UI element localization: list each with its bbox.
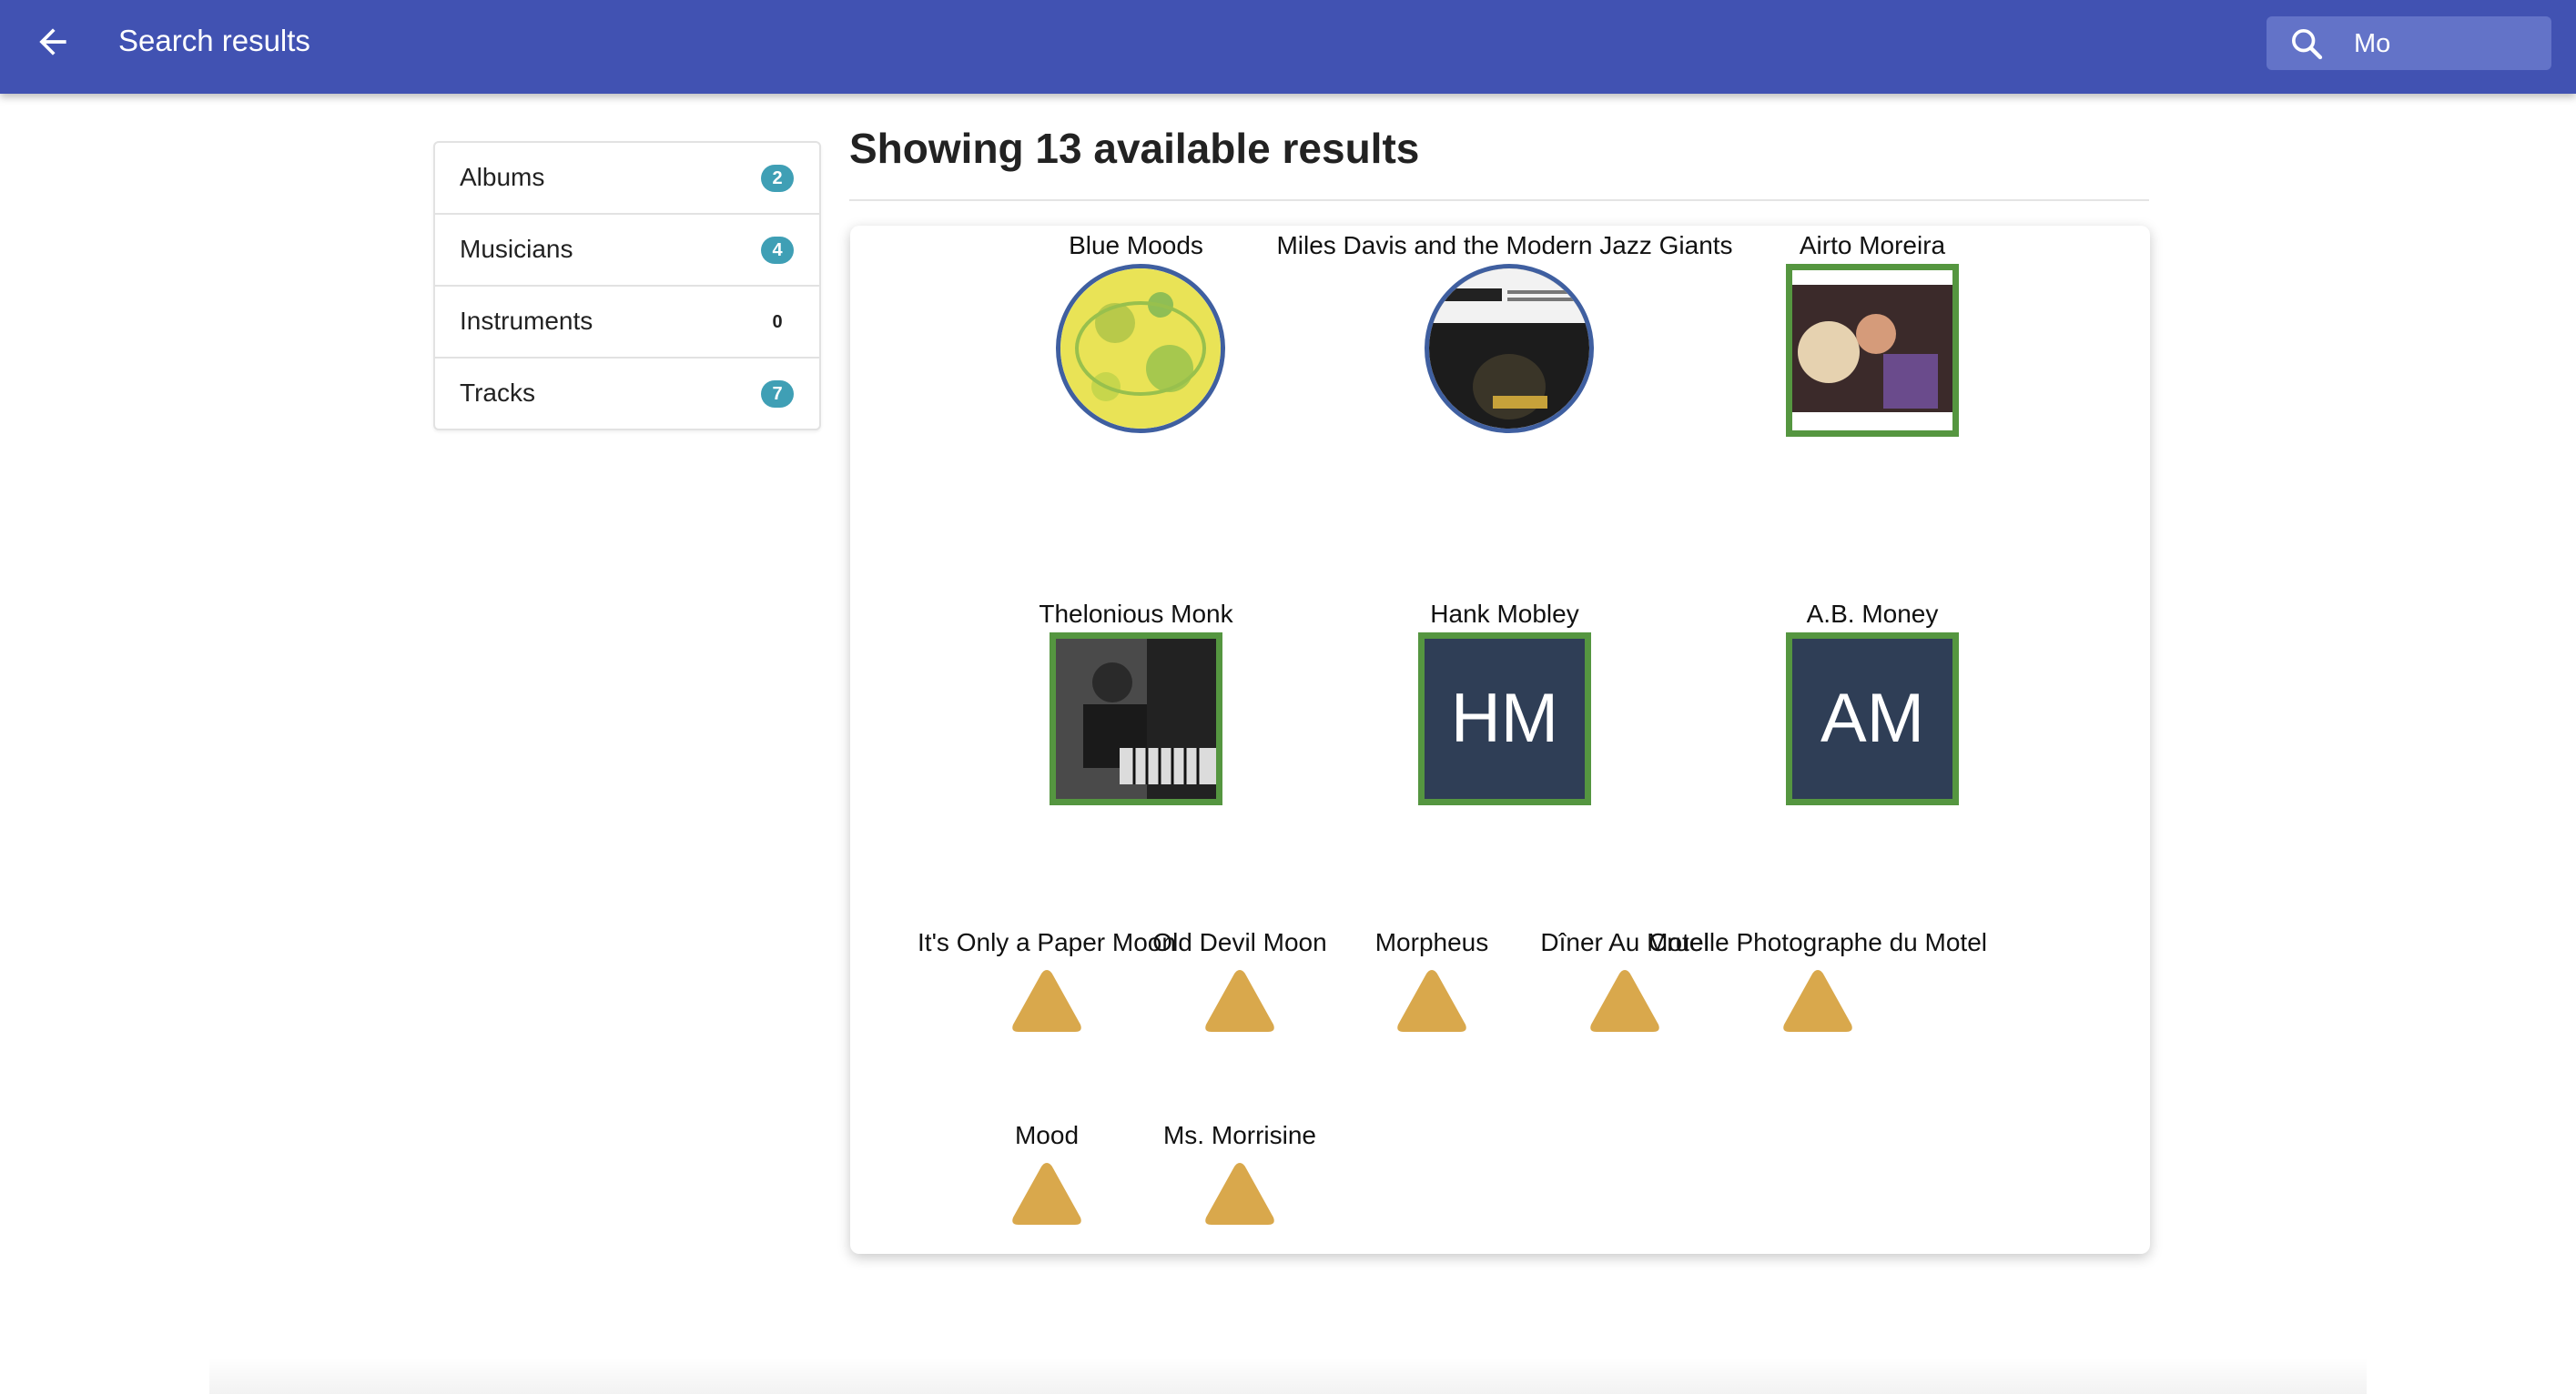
musician-avatar: HM [1418, 632, 1591, 805]
count-badge: 7 [761, 380, 794, 408]
category-label: Tracks [460, 379, 535, 407]
musician-photo [1050, 632, 1222, 805]
category-label: Albums [460, 163, 545, 191]
track-icon [1012, 970, 1081, 1032]
album-cover [1056, 264, 1225, 433]
track-icon [1783, 970, 1852, 1032]
musician-avatar: AM [1786, 632, 1959, 805]
back-arrow-icon[interactable] [33, 22, 73, 62]
category-musicians[interactable]: Musicians 4 [435, 215, 819, 287]
track-icon [1205, 970, 1274, 1032]
track-title: Cruelle Photographe du Motel [1648, 928, 1987, 956]
musician-name: A.B. Money [1806, 600, 1939, 628]
search-icon [2288, 25, 2325, 62]
category-list: Albums 2 Musicians 4 Instruments 0 Track… [433, 141, 821, 430]
footer-shadow [209, 1358, 2367, 1394]
category-label: Musicians [460, 235, 573, 263]
results-card: Blue Moods Miles Davis and the Modern Ja… [850, 226, 2150, 1254]
results-heading: Showing 13 available results [849, 125, 1420, 172]
avatar-initials: HM [1425, 639, 1585, 799]
album-cover [1425, 264, 1594, 433]
musician-photo [1786, 264, 1959, 437]
track-icon [1590, 970, 1659, 1032]
search-input[interactable] [2352, 25, 2538, 63]
divider [849, 199, 2149, 201]
count-badge: 2 [761, 165, 794, 192]
track-icon [1205, 1163, 1274, 1225]
track-icon [1397, 970, 1466, 1032]
track-title: Ms. Morrisine [1162, 1121, 1316, 1149]
category-albums[interactable]: Albums 2 [435, 143, 819, 215]
category-instruments[interactable]: Instruments 0 [435, 287, 819, 359]
musician-name: Airto Moreira [1799, 231, 1946, 259]
category-tracks[interactable]: Tracks 7 [435, 359, 819, 429]
count-badge: 0 [761, 308, 794, 336]
track-icon [1012, 1163, 1081, 1225]
avatar-initials: AM [1792, 639, 1952, 799]
count-badge: 4 [761, 237, 794, 264]
page-title: Search results [118, 24, 310, 57]
search-box[interactable] [2267, 16, 2551, 70]
category-label: Instruments [460, 307, 593, 335]
app-bar: Search results [0, 0, 2576, 94]
